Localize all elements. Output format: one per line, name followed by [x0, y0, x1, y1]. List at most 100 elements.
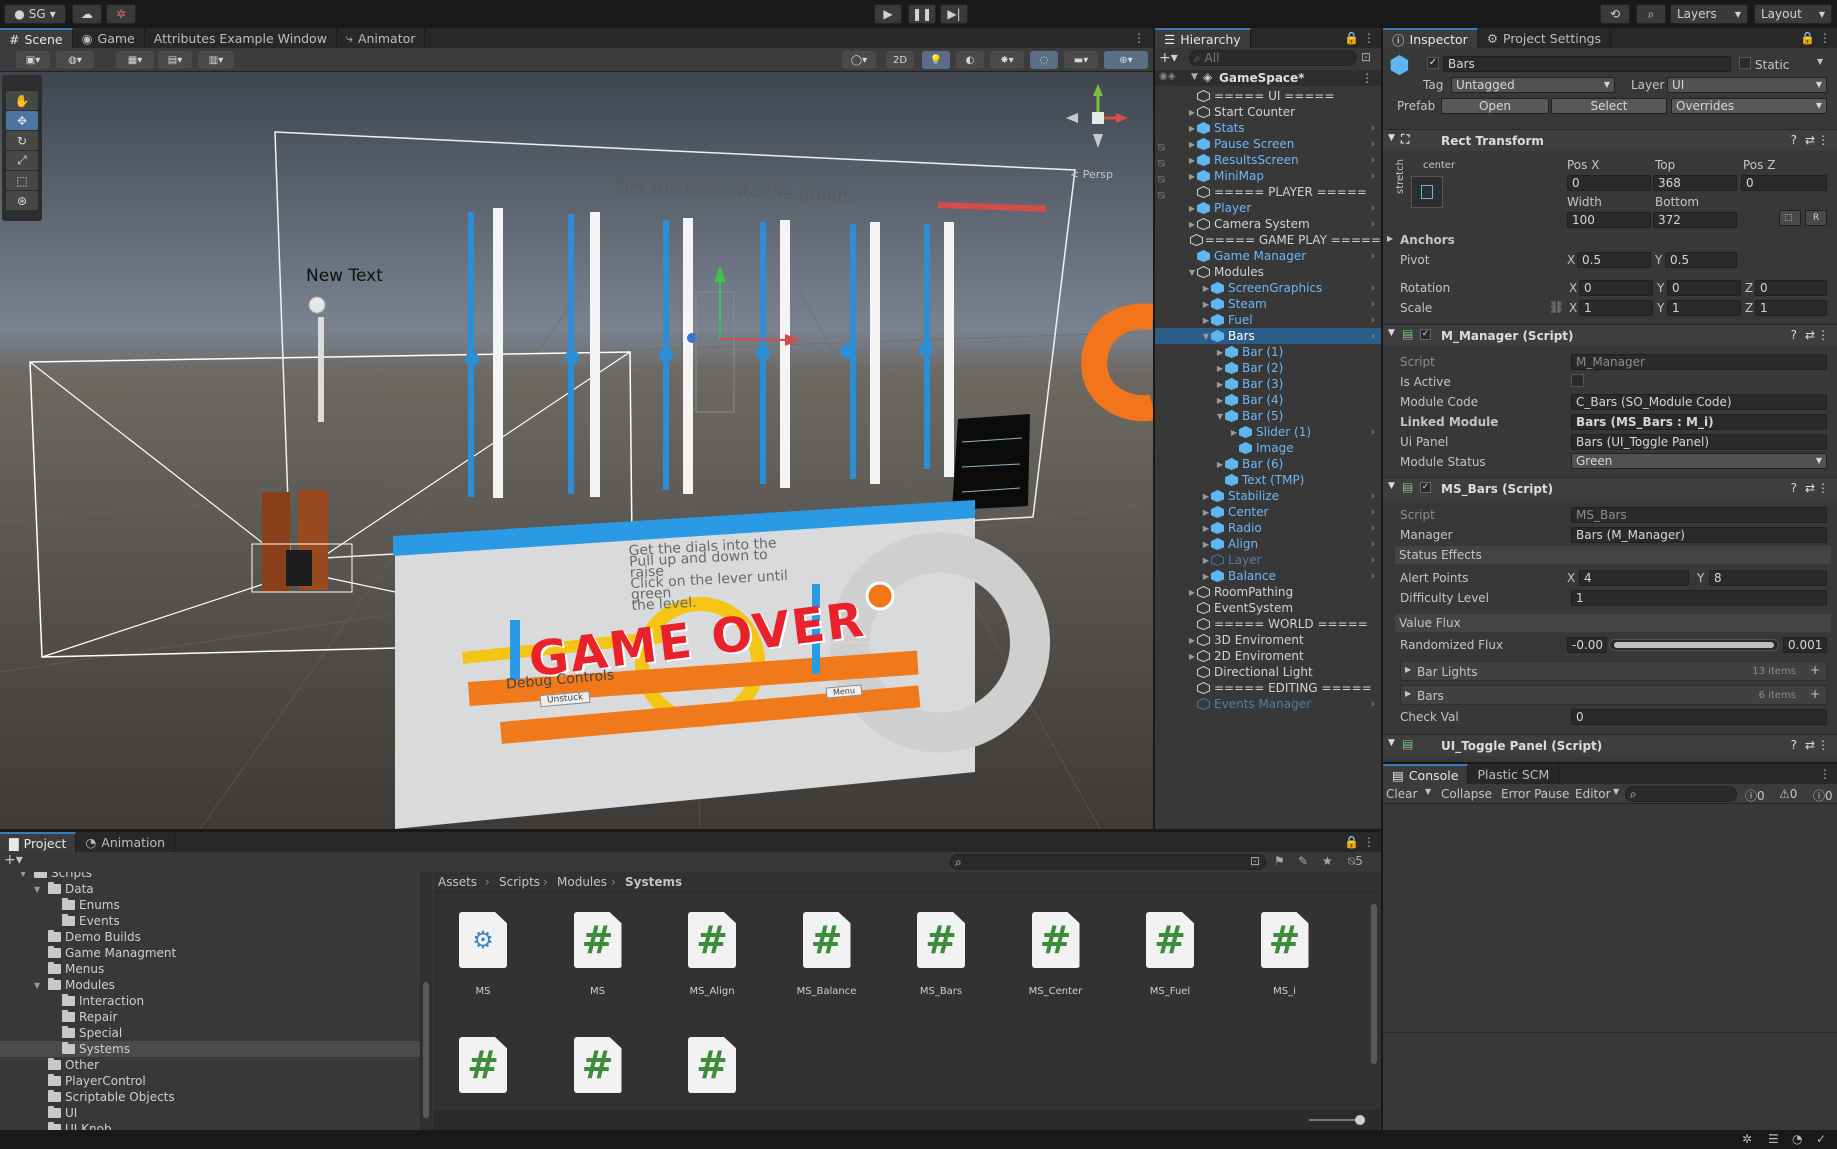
- lock-icon[interactable]: 🔒: [1344, 31, 1359, 45]
- layer-dropdown[interactable]: UI ▼: [1667, 77, 1827, 93]
- hierarchy-item[interactable]: ===== PLAYER =====: [1155, 184, 1381, 200]
- chevron-right-icon[interactable]: ›: [1371, 331, 1375, 342]
- tag-dropdown[interactable]: Untagged ▼: [1451, 77, 1615, 93]
- layout-dropdown[interactable]: Layout ▼: [1754, 4, 1832, 24]
- console-search-input[interactable]: ⌕: [1625, 786, 1737, 802]
- blueprint-mode-button[interactable]: ⬚: [1779, 210, 1801, 226]
- ms-bars-header[interactable]: ▼ ▤ ✓ MS_Bars (Script) ? ⇄ ⋮: [1383, 477, 1837, 499]
- tab-scene[interactable]: # Scene: [0, 28, 73, 48]
- more-icon[interactable]: ⋮: [1363, 31, 1375, 45]
- chevron-right-icon[interactable]: ›: [1371, 555, 1375, 566]
- more-icon[interactable]: ⋮: [1361, 71, 1373, 85]
- hierarchy-item[interactable]: ▶ Fuel ›: [1155, 312, 1381, 328]
- expand-arrow-icon[interactable]: ▼: [1187, 268, 1197, 277]
- breadcrumb-item[interactable]: Scripts: [499, 875, 540, 889]
- rotation-y-field[interactable]: 0: [1667, 280, 1741, 296]
- help-icon[interactable]: ?: [1791, 328, 1797, 342]
- hierarchy-item[interactable]: Directional Light: [1155, 664, 1381, 680]
- enabled-checkbox[interactable]: ✓: [1420, 329, 1431, 340]
- create-asset-button[interactable]: +▾: [4, 852, 23, 868]
- bottom-field[interactable]: 372: [1653, 212, 1737, 228]
- collapse-button[interactable]: Collapse: [1441, 787, 1492, 801]
- tab-project[interactable]: ▇ Project: [0, 832, 77, 852]
- hierarchy-item[interactable]: ▶ Center ›: [1155, 504, 1381, 520]
- expand-arrow-icon[interactable]: ▼: [1201, 332, 1211, 341]
- hierarchy-item[interactable]: ▶ Balance ›: [1155, 568, 1381, 584]
- orientation-gizmo[interactable]: [1062, 82, 1142, 157]
- asset-item[interactable]: # MS_Balance: [772, 912, 882, 997]
- rect-transform-header[interactable]: ▼ ⛶ Rect Transform ? ⇄ ⋮: [1383, 129, 1837, 151]
- is-active-checkbox[interactable]: [1571, 374, 1584, 387]
- draw-mode-dropdown[interactable]: ▣▾: [16, 51, 50, 69]
- asset-item[interactable]: ⚙ MS: [428, 912, 538, 997]
- scale-tool-button[interactable]: ⤢: [6, 151, 38, 170]
- alert-x-field[interactable]: 4: [1579, 570, 1689, 586]
- tab-hierarchy[interactable]: ☰ Hierarchy: [1155, 28, 1251, 48]
- gizmos-dropdown[interactable]: ⊕▾: [1104, 51, 1148, 69]
- tab-inspector[interactable]: ⓘ Inspector: [1383, 28, 1478, 48]
- eye-off-icon[interactable]: ⍉: [1158, 188, 1180, 204]
- hierarchy-item[interactable]: ▶ Stabilize ›: [1155, 488, 1381, 504]
- chevron-right-icon[interactable]: ›: [1371, 491, 1375, 502]
- expand-arrow-icon[interactable]: ▶: [1215, 396, 1225, 405]
- more-icon[interactable]: ⋮: [1819, 767, 1831, 781]
- flux-max-field[interactable]: 0.001: [1783, 637, 1827, 653]
- ui-toggle-panel-header[interactable]: ▼ ▤ UI_Toggle Panel (Script) ? ⇄ ⋮: [1383, 734, 1837, 756]
- lock-icon[interactable]: 🔒: [1800, 31, 1815, 45]
- log-count-toggle[interactable]: ⓘ0: [1745, 787, 1765, 804]
- chevron-right-icon[interactable]: ›: [1371, 699, 1375, 710]
- expand-arrow-icon[interactable]: ▶: [1187, 652, 1197, 661]
- expand-arrow-icon[interactable]: ▶: [1201, 316, 1211, 325]
- expand-arrow-icon[interactable]: ▶: [1187, 172, 1197, 181]
- expand-arrow-icon[interactable]: ▼: [20, 872, 30, 878]
- plus-icon[interactable]: +: [1810, 663, 1820, 677]
- preset-icon[interactable]: ⇄: [1805, 481, 1815, 495]
- tab-plastic-scm[interactable]: Plastic SCM: [1468, 764, 1560, 784]
- effects-dropdown[interactable]: ✸▾: [990, 51, 1024, 69]
- expand-arrow-icon[interactable]: ▶: [1215, 348, 1225, 357]
- scene-viewport[interactable]: Get the bars into the green. New Text Ge…: [0, 72, 1153, 829]
- folder-tree-item[interactable]: Repair: [0, 1009, 420, 1025]
- tab-attributes-example[interactable]: Attributes Example Window: [145, 28, 337, 48]
- progress-icon[interactable]: ◔: [1792, 1132, 1802, 1146]
- chevron-right-icon[interactable]: ›: [1371, 123, 1375, 134]
- layers-dropdown[interactable]: Layers ▼: [1670, 4, 1748, 24]
- hierarchy-item[interactable]: ▶ ResultsScreen ›: [1155, 152, 1381, 168]
- add-object-button[interactable]: +▾: [1159, 50, 1178, 66]
- lighting-toggle[interactable]: 💡: [922, 51, 950, 69]
- prefab-select-button[interactable]: Select: [1551, 98, 1667, 114]
- hierarchy-item[interactable]: ▶ ScreenGraphics ›: [1155, 280, 1381, 296]
- hand-tool-button[interactable]: ✋: [6, 91, 38, 110]
- folder-tree-item[interactable]: ▼ Data: [0, 881, 420, 897]
- asset-item[interactable]: # MS_i: [1230, 912, 1340, 997]
- search-button[interactable]: ⌕: [1636, 4, 1666, 24]
- expand-arrow-icon[interactable]: ▶: [1187, 204, 1197, 213]
- posx-field[interactable]: 0: [1567, 175, 1651, 191]
- hierarchy-item[interactable]: ▶ 2D Enviroment: [1155, 648, 1381, 664]
- rect-tool-button[interactable]: ⬚: [6, 171, 38, 190]
- chevron-down-icon[interactable]: ▼: [1817, 57, 1823, 66]
- editor-dropdown[interactable]: Editor: [1575, 787, 1611, 801]
- persp-label[interactable]: < Persp: [1070, 168, 1113, 181]
- hierarchy-item[interactable]: ===== EDITING =====: [1155, 680, 1381, 696]
- expand-arrow-icon[interactable]: ▶: [1187, 140, 1197, 149]
- hierarchy-item[interactable]: ▶ Radio ›: [1155, 520, 1381, 536]
- hierarchy-item[interactable]: ▶ Bar (2): [1155, 360, 1381, 376]
- manager-field[interactable]: Bars (M_Manager): [1571, 527, 1827, 543]
- enabled-checkbox[interactable]: ✓: [1420, 482, 1431, 493]
- expand-arrow-icon[interactable]: ▶: [1201, 508, 1211, 517]
- folder-tree-item[interactable]: ▼ Modules: [0, 977, 420, 993]
- chevron-right-icon[interactable]: ›: [1371, 315, 1375, 326]
- expand-arrow-icon[interactable]: ▶: [1187, 220, 1197, 229]
- hierarchy-item[interactable]: ▶ Start Counter: [1155, 104, 1381, 120]
- tag-icon[interactable]: ✎: [1298, 854, 1308, 868]
- chevron-right-icon[interactable]: ›: [1371, 571, 1375, 582]
- tab-animator[interactable]: ⤷ Animator: [337, 28, 426, 48]
- hierarchy-item[interactable]: ▶ Player ›: [1155, 200, 1381, 216]
- more-icon[interactable]: ⋮: [1363, 835, 1375, 849]
- collab-button[interactable]: ✲: [106, 4, 136, 24]
- help-icon[interactable]: ?: [1791, 738, 1797, 752]
- breadcrumb-item[interactable]: Systems: [625, 875, 682, 889]
- expand-arrow-icon[interactable]: ▶: [1201, 572, 1211, 581]
- grid-visibility-dropdown[interactable]: ▥▾: [198, 51, 234, 69]
